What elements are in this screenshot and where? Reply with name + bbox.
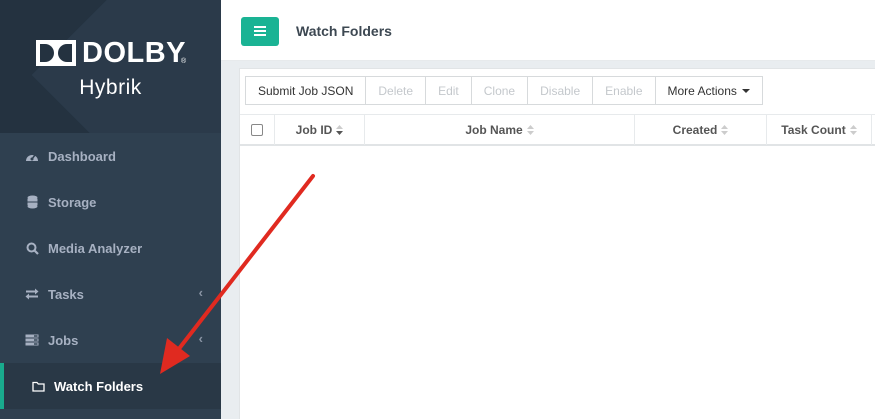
dolby-logo-text: DOLBY: [82, 37, 186, 69]
clone-button[interactable]: Clone: [470, 76, 529, 105]
enable-button[interactable]: Enable: [592, 76, 656, 105]
sidebar-item-watch-folders[interactable]: Watch Folders: [0, 363, 221, 409]
select-all-checkbox[interactable]: [251, 124, 263, 136]
search-icon: [24, 240, 40, 256]
sort-icon: [849, 125, 857, 135]
dolby-logo[interactable]: DOLBY: [36, 37, 186, 69]
folder-icon: [30, 378, 46, 394]
sidebar-item-label: Dashboard: [48, 148, 116, 164]
dolby-double-d-icon: [36, 40, 76, 66]
edit-button[interactable]: Edit: [425, 76, 472, 105]
sidebar-item-label: Jobs: [48, 332, 79, 348]
select-all-cell: [240, 115, 275, 145]
sort-icon: [526, 125, 534, 135]
page-title: Watch Folders: [296, 23, 392, 39]
more-actions-dropdown[interactable]: More Actions: [654, 76, 763, 105]
chevron-left-icon: ‹: [198, 331, 203, 346]
sidebar-item-jobs[interactable]: Jobs ‹: [0, 317, 221, 363]
column-header-label: Created: [672, 123, 718, 137]
table-body: [240, 148, 875, 419]
sidebar-item-storage[interactable]: Storage: [0, 179, 221, 225]
watch-folders-panel: Submit Job JSON Delete Edit Clone Disabl…: [239, 68, 875, 419]
database-icon: [24, 194, 40, 210]
sidebar-nav: Dashboard Storage Media Analyzer Tasks ‹: [0, 133, 221, 409]
sort-icon: [721, 125, 729, 135]
more-actions-label: More Actions: [667, 83, 737, 98]
tasks-list-icon: [24, 332, 40, 348]
column-header-created[interactable]: Created: [635, 115, 767, 145]
sidebar-item-label: Watch Folders: [54, 378, 144, 394]
sidebar-item-dashboard[interactable]: Dashboard: [0, 133, 221, 179]
column-header-label: Job ID: [295, 123, 333, 137]
table-toolbar: Submit Job JSON Delete Edit Clone Disabl…: [245, 76, 763, 105]
sidebar-item-label: Media Analyzer: [48, 240, 143, 256]
column-header-label: Task Count: [781, 123, 846, 137]
column-header-job-name[interactable]: Job Name: [365, 115, 635, 145]
table-header: Job ID Job Name Created Task Count: [240, 114, 875, 146]
sort-icon: [336, 125, 344, 135]
disable-button[interactable]: Disable: [527, 76, 594, 105]
chevron-left-icon: ‹: [198, 285, 203, 300]
column-header-job-id[interactable]: Job ID: [275, 115, 365, 145]
caret-down-icon: [741, 88, 750, 93]
product-name: Hybrik: [79, 76, 142, 99]
sidebar-item-media-analyzer[interactable]: Media Analyzer: [0, 225, 221, 271]
exchange-icon: [24, 286, 40, 302]
sidebar: DOLBY ® Hybrik Dashboard Storage Media A…: [0, 0, 221, 419]
sidebar-item-label: Tasks: [48, 286, 84, 302]
delete-button[interactable]: Delete: [365, 76, 427, 105]
sidebar-item-tasks[interactable]: Tasks ‹: [0, 271, 221, 317]
hamburger-icon: [254, 23, 266, 41]
sidebar-toggle-button[interactable]: [241, 17, 279, 46]
column-header-label: Job Name: [465, 123, 523, 137]
top-navbar: Watch Folders: [221, 0, 875, 61]
brand-header: DOLBY ® Hybrik: [0, 0, 221, 133]
registered-mark: ®: [181, 58, 187, 65]
sidebar-item-label: Storage: [48, 194, 97, 210]
column-header-task-count[interactable]: Task Count: [767, 115, 872, 145]
dashboard-icon: [24, 148, 40, 164]
submit-job-json-button[interactable]: Submit Job JSON: [245, 76, 367, 105]
